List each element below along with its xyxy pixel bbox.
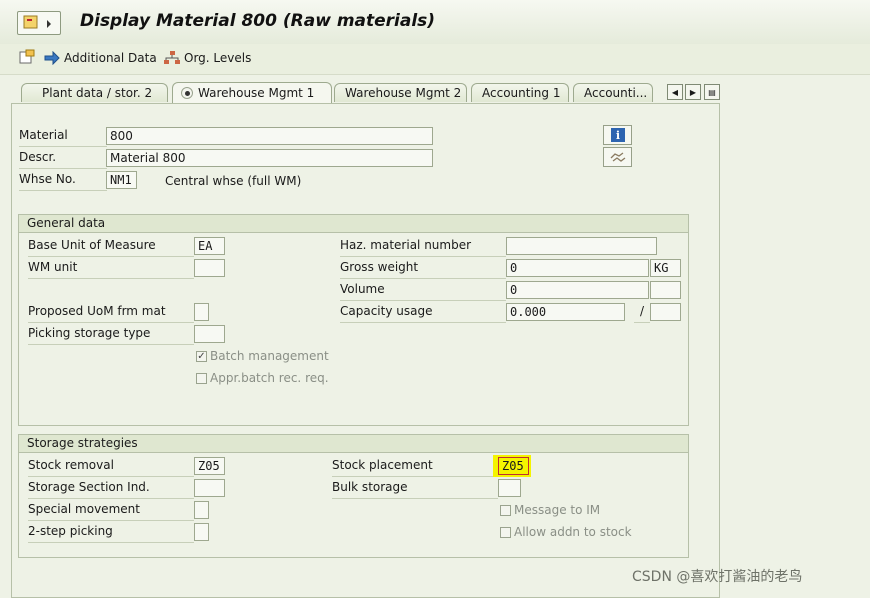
stock-placement-field[interactable]: Z05 [498,457,529,475]
info-button[interactable]: i [603,125,632,145]
tab-list-icon[interactable]: ▤ [704,84,720,100]
general-data-heading: General data [19,215,688,233]
batch-management-label: Batch management [210,349,329,363]
tab-accounting-2[interactable]: Accounti... [573,83,653,102]
tab-accounting-1[interactable]: Accounting 1 [471,83,569,102]
two-step-picking-field[interactable] [194,523,209,541]
proposed-uom-label: Proposed UoM frm mat [28,304,194,323]
haz-material-field[interactable] [506,237,657,255]
stock-removal-field[interactable]: Z05 [194,457,225,475]
radio-selected-icon [181,87,193,99]
exchange-button[interactable] [603,147,632,167]
whse-no-label: Whse No. [19,172,107,191]
proposed-uom-field[interactable] [194,303,209,321]
gross-weight-field[interactable]: 0 [506,259,649,277]
tab-scroll-right-icon[interactable]: ▶ [685,84,701,100]
tab-warehouse-mgmt-1[interactable]: Warehouse Mgmt 1 [172,82,332,103]
capacity-separator: / [634,304,650,323]
special-movement-field[interactable] [194,501,209,519]
handshake-icon [610,152,625,162]
org-hierarchy-icon [164,51,180,64]
bulk-storage-label: Bulk storage [332,480,498,499]
allow-addn-checkbox[interactable] [500,527,511,538]
base-uom-field[interactable]: EA [194,237,225,255]
whse-no-field[interactable]: NM1 [106,171,137,189]
arrow-right-icon [44,51,60,65]
org-levels-button[interactable]: Org. Levels [164,49,251,67]
volume-field[interactable]: 0 [506,281,649,299]
storage-section-ind-field[interactable] [194,479,225,497]
wm-unit-field[interactable] [194,259,225,277]
two-step-picking-label: 2-step picking [28,524,194,543]
info-icon: i [610,128,625,142]
appr-batch-checkbox[interactable] [196,373,207,384]
volume-label: Volume [340,282,506,301]
page-title: Display Material 800 (Raw materials) [80,11,436,31]
descr-field[interactable]: Material 800 [106,149,433,167]
watermark-text: CSDN @喜欢打酱油的老鸟 [632,569,803,585]
capacity-unit-field[interactable] [650,303,681,321]
message-to-im-checkbox[interactable] [500,505,511,516]
storage-strategies-heading: Storage strategies [19,435,688,453]
haz-material-label: Haz. material number [340,238,506,257]
menu-icon [23,15,51,29]
tab-scroll-left-icon[interactable]: ◀ [667,84,683,100]
create-views-icon[interactable] [18,49,36,68]
tab-warehouse-mgmt-2[interactable]: Warehouse Mgmt 2 [334,83,467,102]
allow-addn-label: Allow addn to stock [514,525,632,539]
message-to-im-label: Message to IM [514,503,601,517]
stock-placement-label: Stock placement [332,458,498,477]
picking-storage-type-label: Picking storage type [28,326,194,345]
whse-description-text: Central whse (full WM) [165,174,302,188]
gross-weight-unit-field[interactable]: KG [650,259,681,277]
material-field[interactable]: 800 [106,127,433,145]
appr-batch-label: Appr.batch rec. req. [210,371,329,385]
base-uom-label: Base Unit of Measure [28,238,194,257]
descr-label: Descr. [19,150,107,169]
svg-text:i: i [615,129,619,142]
capacity-usage-label: Capacity usage [340,304,506,323]
picking-storage-type-field[interactable] [194,325,225,343]
bulk-storage-field[interactable] [498,479,521,497]
material-label: Material [19,128,107,147]
menu-button[interactable] [17,11,61,35]
capacity-usage-field[interactable]: 0.000 [506,303,625,321]
storage-section-ind-label: Storage Section Ind. [28,480,194,499]
additional-data-button[interactable]: Additional Data [44,49,157,67]
batch-management-checkbox[interactable]: ✓ [196,351,207,362]
stock-removal-label: Stock removal [28,458,194,477]
gross-weight-label: Gross weight [340,260,506,279]
tab-plant-data-stor-2[interactable]: Plant data / stor. 2 [21,83,168,102]
special-movement-label: Special movement [28,502,194,521]
volume-unit-field[interactable] [650,281,681,299]
wm-unit-label: WM unit [28,260,194,279]
